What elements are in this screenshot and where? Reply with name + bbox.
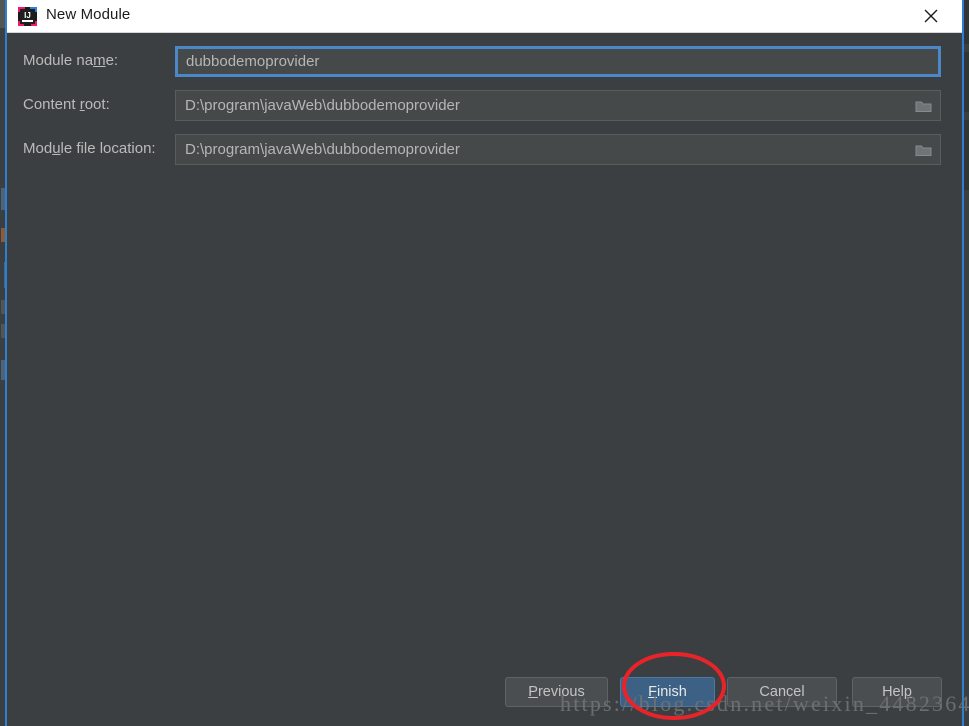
dialog-button-bar: Previous Finish Cancel Hel p <box>7 670 962 726</box>
dialog-form: Module name: dubbodemoprovider Content r… <box>7 33 962 726</box>
form-row-content-root: Content root: D:\program\javaWeb\dubbode… <box>7 90 962 122</box>
module-file-location-label: Module file location: <box>23 140 156 157</box>
folder-icon[interactable] <box>906 135 940 164</box>
new-module-dialog: IJ New Module Module name: dubbodemoprov… <box>5 0 964 726</box>
module-name-label: Module name: <box>23 52 119 69</box>
close-icon[interactable] <box>908 0 954 32</box>
module-file-location-value: D:\program\javaWeb\dubbodemoprovider <box>185 141 460 158</box>
finish-button[interactable]: Finish <box>620 677 715 707</box>
screenshot-root: IJ New Module Module name: dubbodemoprov… <box>0 0 969 726</box>
previous-button[interactable]: Previous <box>505 677 608 707</box>
folder-icon[interactable] <box>906 91 940 120</box>
content-root-label: Content root: <box>23 96 110 113</box>
cancel-button[interactable]: Cancel <box>727 677 837 707</box>
intellij-idea-icon: IJ <box>18 7 37 26</box>
content-root-value: D:\program\javaWeb\dubbodemoprovider <box>185 97 460 114</box>
content-root-input[interactable]: D:\program\javaWeb\dubbodemoprovider <box>175 90 941 121</box>
module-file-location-input[interactable]: D:\program\javaWeb\dubbodemoprovider <box>175 134 941 165</box>
help-button[interactable]: Hel p <box>852 677 942 707</box>
form-row-module-file-location: Module file location: D:\program\javaWeb… <box>7 134 962 166</box>
module-name-value: dubbodemoprovider <box>186 53 320 70</box>
svg-text:IJ: IJ <box>24 11 31 20</box>
form-row-module-name: Module name: dubbodemoprovider <box>7 46 962 78</box>
dialog-title: New Module <box>46 6 131 23</box>
module-name-input[interactable]: dubbodemoprovider <box>175 46 941 77</box>
dialog-titlebar: IJ New Module <box>7 0 962 33</box>
